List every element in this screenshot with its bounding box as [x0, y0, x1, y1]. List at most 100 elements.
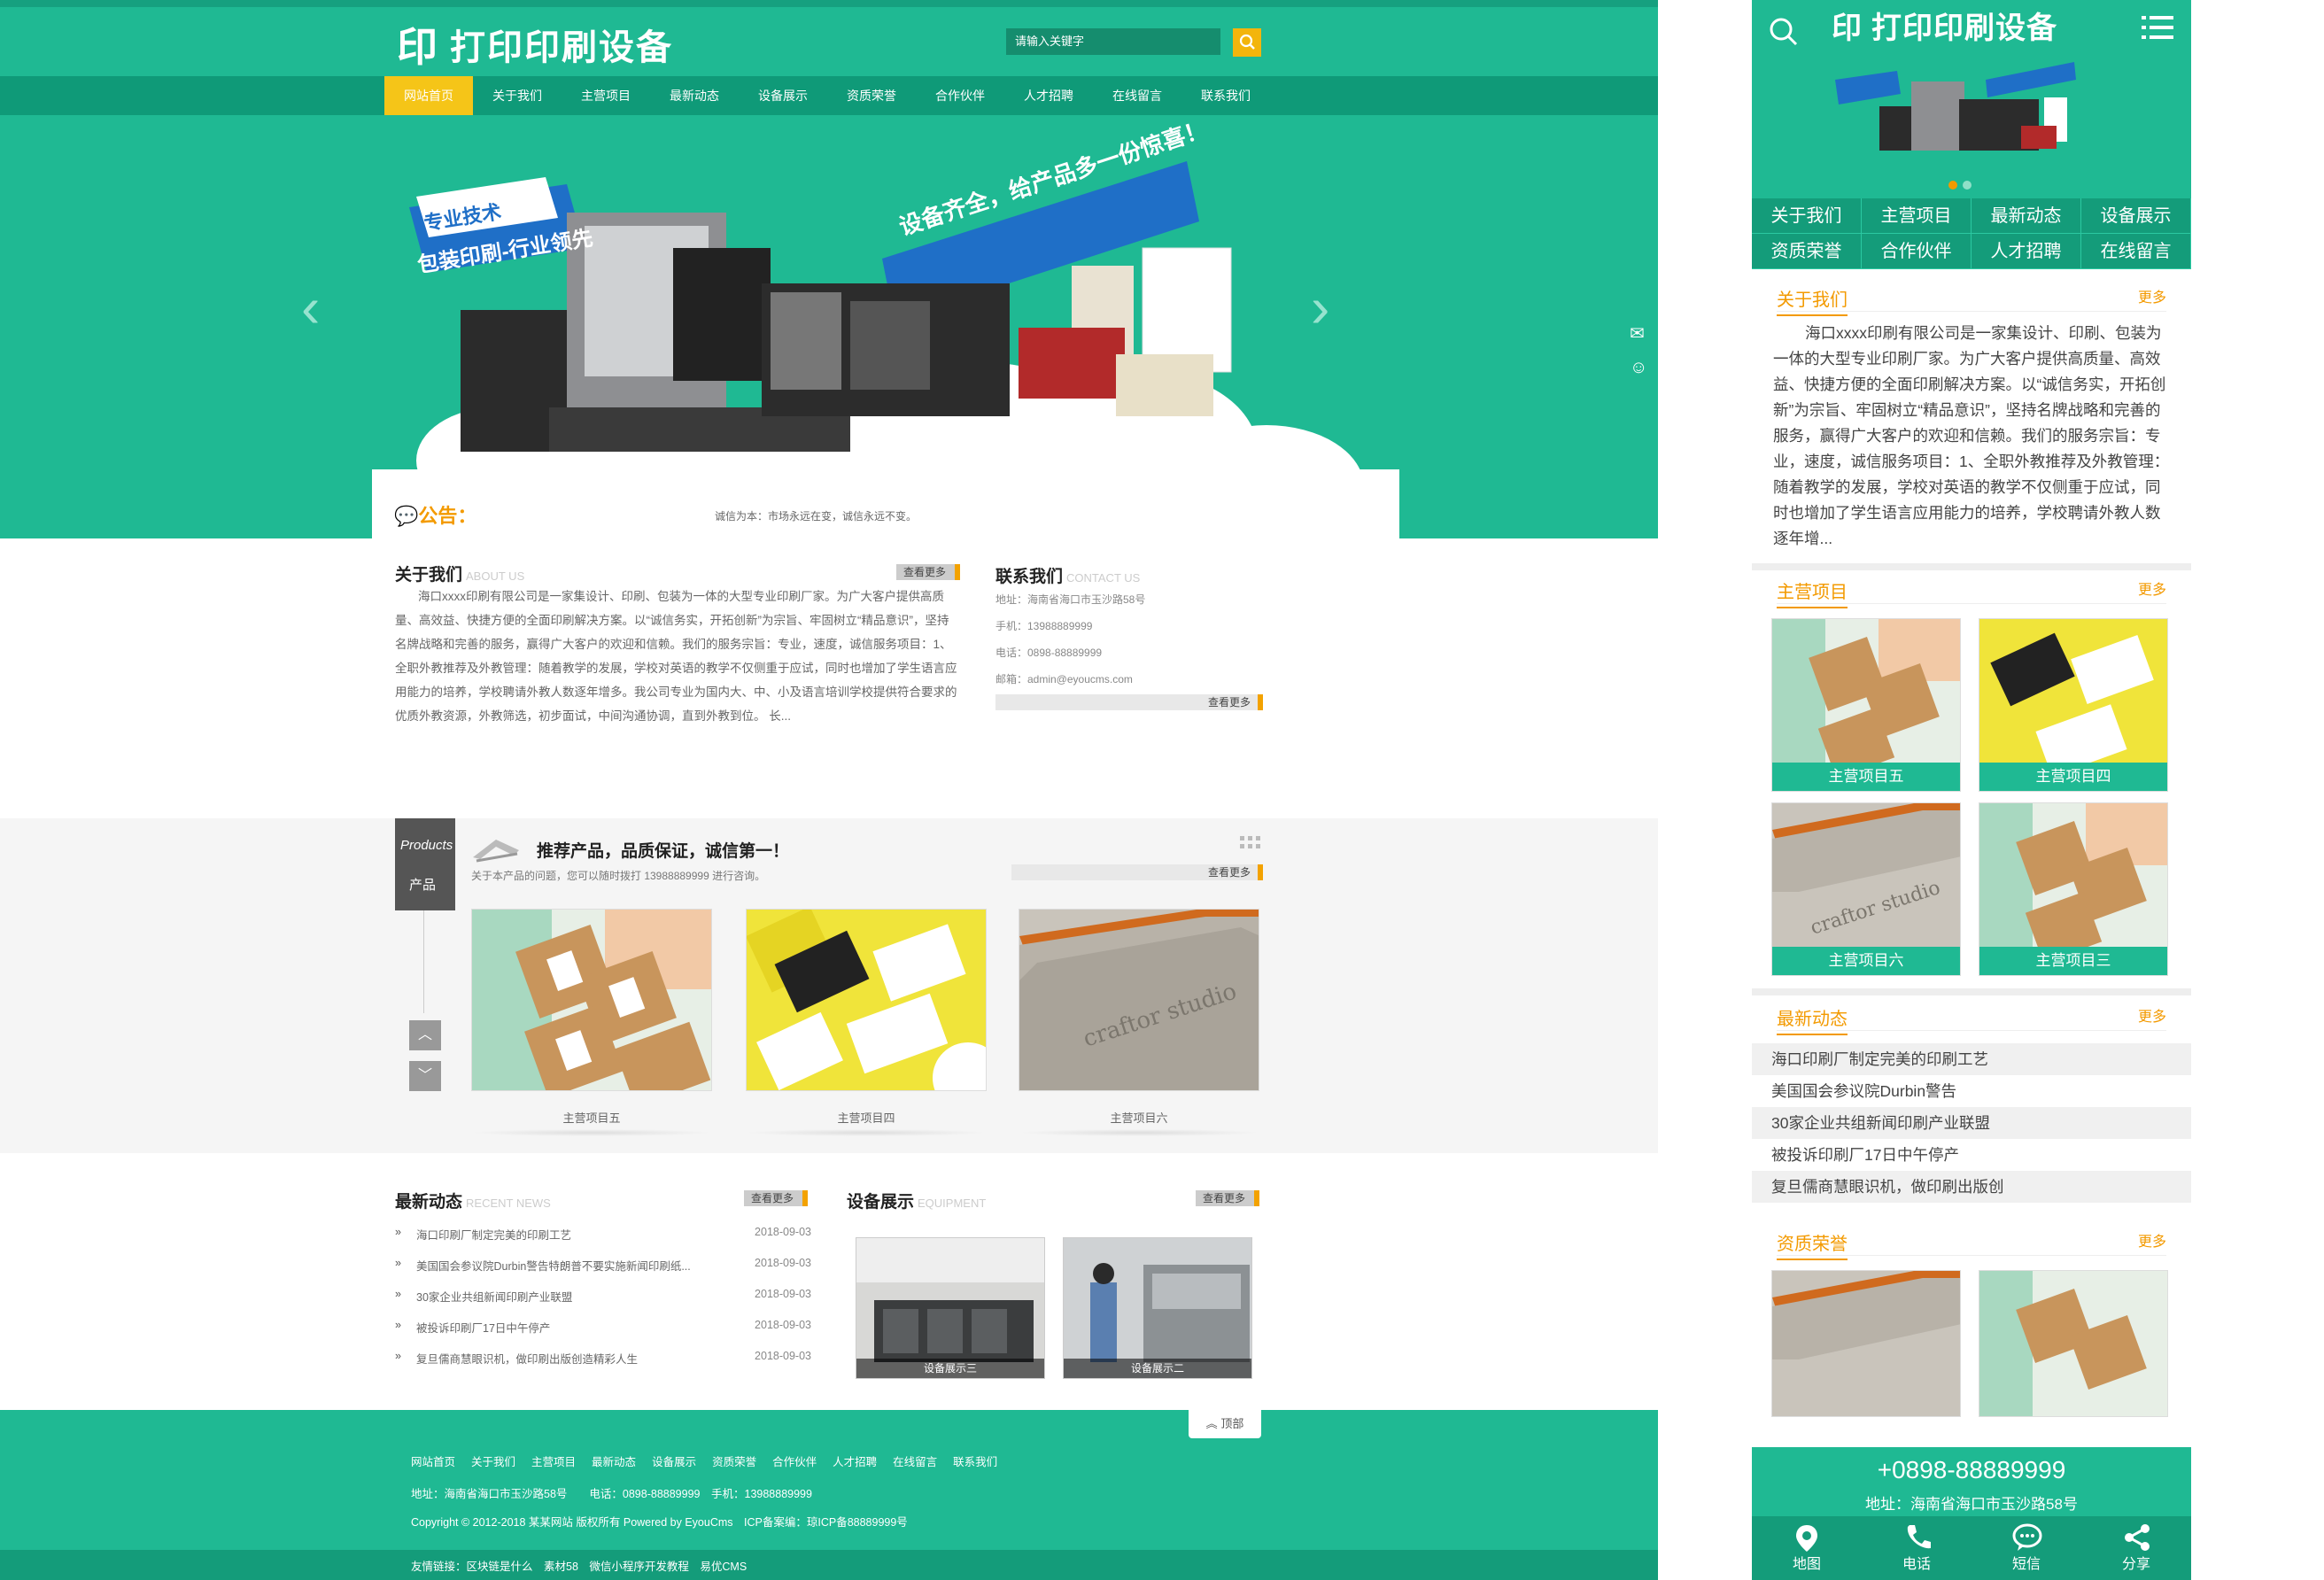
nav-item-contact[interactable]: 联系我们 [1181, 76, 1270, 115]
desktop-site: 印 打印印刷设备 请输入关键字 网站首页 关于我们 主营项目 最新动态 设备展示… [0, 0, 1658, 1580]
equipment-card[interactable]: 设备展示三 [856, 1237, 1045, 1379]
tab-map[interactable]: 地图 [1752, 1516, 1862, 1580]
tab-sms[interactable]: 短信 [1972, 1516, 2081, 1580]
footer-link[interactable]: 资质荣誉 [712, 1456, 756, 1468]
m-honors-more[interactable]: 更多 [2138, 1229, 2166, 1251]
product-label[interactable]: 主营项目六 [1019, 1109, 1259, 1126]
footer-link[interactable]: 最新动态 [592, 1456, 636, 1468]
mnav-projects[interactable]: 主营项目 [1862, 198, 1972, 234]
chevron-up-icon: ︽ [1205, 1417, 1218, 1430]
mobile-nav-grid: 关于我们 主营项目 最新动态 设备展示 资质荣誉 合作伙伴 人才招聘 在线留言 [1752, 198, 2191, 269]
card-shadow [1019, 1129, 1259, 1136]
m-products-more[interactable]: 更多 [2138, 577, 2166, 599]
nav-item-jobs[interactable]: 人才招聘 [1004, 76, 1093, 115]
footer-link[interactable]: 合作伙伴 [772, 1456, 817, 1468]
m-products-heading: 主营项目 更多 [1777, 577, 2166, 608]
footer-link[interactable]: 在线留言 [893, 1456, 937, 1468]
footer-link[interactable]: 联系我们 [953, 1456, 997, 1468]
m-product-card[interactable]: 主营项目三 [1979, 802, 2168, 976]
news-item[interactable]: » 复旦儒商慧眼识机，做印刷出版创造精彩人生 2018-09-03 [395, 1350, 811, 1367]
m-news-item[interactable]: 海口印刷厂制定完美的印刷工艺 [1752, 1043, 2191, 1075]
news-item[interactable]: » 被投诉印刷厂17日中午停产 2018-09-03 [395, 1319, 811, 1336]
back-to-top-button[interactable]: ︽ 顶部 [1189, 1410, 1261, 1438]
equipment-label: 设备展示二 [1064, 1359, 1251, 1378]
m-news-more[interactable]: 更多 [2138, 1004, 2166, 1026]
product-image [472, 910, 711, 1090]
news-heading: 最新动态 RECENT NEWS [395, 1193, 551, 1212]
news-item[interactable]: » 海口印刷厂制定完美的印刷工艺 2018-09-03 [395, 1226, 811, 1243]
m-about-more[interactable]: 更多 [2138, 285, 2166, 306]
footer-link[interactable]: 关于我们 [471, 1456, 515, 1468]
m-news-item[interactable]: 30家企业共组新闻印刷产业联盟 [1752, 1107, 2191, 1139]
footer-link[interactable]: 网站首页 [411, 1456, 455, 1468]
equipment-more-button[interactable]: 查看更多 [1196, 1190, 1260, 1206]
m-product-label: 主营项目五 [1772, 763, 1960, 791]
menu-icon[interactable] [2142, 14, 2173, 41]
m-honor-card[interactable] [1771, 1270, 1961, 1417]
news-more-button[interactable]: 查看更多 [744, 1190, 809, 1206]
m-product-label: 主营项目六 [1772, 947, 1960, 975]
m-news-item[interactable]: 美国国会参议院Durbin警告 [1752, 1075, 2191, 1107]
news-item[interactable]: » 美国国会参议院Durbin警告特朗普不要实施新闻印刷纸... 2018-09-0… [395, 1257, 811, 1274]
mobile-logo[interactable]: 印打印印刷设备 [1832, 4, 2057, 47]
search-button[interactable] [1233, 28, 1261, 57]
mnav-equipment[interactable]: 设备展示 [2081, 198, 2191, 234]
product-card[interactable] [746, 909, 987, 1091]
wechat-icon[interactable]: ✉ [1630, 322, 1645, 345]
nav-item-equipment[interactable]: 设备展示 [739, 76, 827, 115]
nav-item-about[interactable]: 关于我们 [473, 76, 562, 115]
mnav-honors[interactable]: 资质荣誉 [1752, 234, 1862, 269]
qq-icon[interactable]: ☺ [1630, 358, 1647, 378]
mnav-partners[interactable]: 合作伙伴 [1862, 234, 1972, 269]
footer-link[interactable]: 主营项目 [531, 1456, 576, 1468]
map-pin-icon [1796, 1525, 1817, 1552]
scroll-up-button[interactable]: ︿ [409, 1020, 441, 1050]
nav-item-home[interactable]: 网站首页 [384, 76, 473, 115]
footer-link[interactable]: 人才招聘 [833, 1456, 877, 1468]
product-image [747, 910, 986, 1090]
nav-item-partners[interactable]: 合作伙伴 [916, 76, 1004, 115]
grid-dots-icon [1240, 836, 1263, 848]
card-shadow [471, 1129, 712, 1136]
divider [1752, 988, 2191, 995]
m-news-item[interactable]: 被投诉印刷厂17日中午停产 [1752, 1139, 2191, 1171]
product-card[interactable]: craftor studio [1019, 909, 1259, 1091]
mnav-message[interactable]: 在线留言 [2081, 234, 2191, 269]
tab-phone[interactable]: 电话 [1862, 1516, 1972, 1580]
search-icon[interactable] [1768, 16, 1800, 48]
m-product-card[interactable]: 主营项目五 [1771, 618, 1961, 792]
scroll-down-button[interactable]: ﹀ [409, 1061, 441, 1091]
m-honor-card[interactable] [1979, 1270, 2168, 1417]
nav-item-honors[interactable]: 资质荣誉 [827, 76, 916, 115]
m-product-label: 主营项目四 [1979, 763, 2167, 791]
product-card[interactable] [471, 909, 712, 1091]
equipment-card[interactable]: 设备展示二 [1063, 1237, 1252, 1379]
footer-link[interactable]: 设备展示 [652, 1456, 696, 1468]
news-item[interactable]: » 30家企业共组新闻印刷产业联盟 2018-09-03 [395, 1288, 811, 1305]
slide-dot[interactable] [1963, 181, 1972, 190]
m-product-card[interactable]: 主营项目四 [1979, 618, 2168, 792]
tab-share[interactable]: 分享 [2081, 1516, 2191, 1580]
mnav-news[interactable]: 最新动态 [1972, 198, 2081, 234]
slide-dot-active[interactable] [1948, 181, 1957, 190]
contact-mobile: 手机：13988889999 [995, 620, 1093, 632]
product-label[interactable]: 主营项目四 [746, 1109, 987, 1126]
search-input[interactable]: 请输入关键字 [1006, 28, 1220, 55]
product-label[interactable]: 主营项目五 [471, 1109, 712, 1126]
m-news-item[interactable]: 复旦儒商慧眼识机，做印刷出版创 [1752, 1171, 2191, 1203]
nav-item-message[interactable]: 在线留言 [1093, 76, 1181, 115]
mobile-tabbar: 地图 电话 短信 分享 [1752, 1516, 2191, 1580]
products-more-button[interactable]: 查看更多 [1011, 864, 1263, 880]
contact-more-button[interactable]: 查看更多 [995, 694, 1263, 710]
logo[interactable]: 印 打印印刷设备 [397, 19, 673, 71]
card-shadow [746, 1129, 987, 1136]
notice-title: 💬公告： [394, 505, 477, 527]
nav-item-projects[interactable]: 主营项目 [562, 76, 650, 115]
m-product-card[interactable]: craftor studio 主营项目六 [1771, 802, 1961, 976]
mnav-about[interactable]: 关于我们 [1752, 198, 1862, 234]
friend-links[interactable]: 友情链接：区块链是什么 素材58 微信小程序开发教程 易优CMS [411, 1557, 747, 1574]
nav-item-news[interactable]: 最新动态 [650, 76, 739, 115]
m-contact-phone[interactable]: +0898-88889999 [1752, 1456, 2191, 1484]
about-more-button[interactable]: 查看更多 [896, 564, 961, 580]
mnav-jobs[interactable]: 人才招聘 [1972, 234, 2081, 269]
